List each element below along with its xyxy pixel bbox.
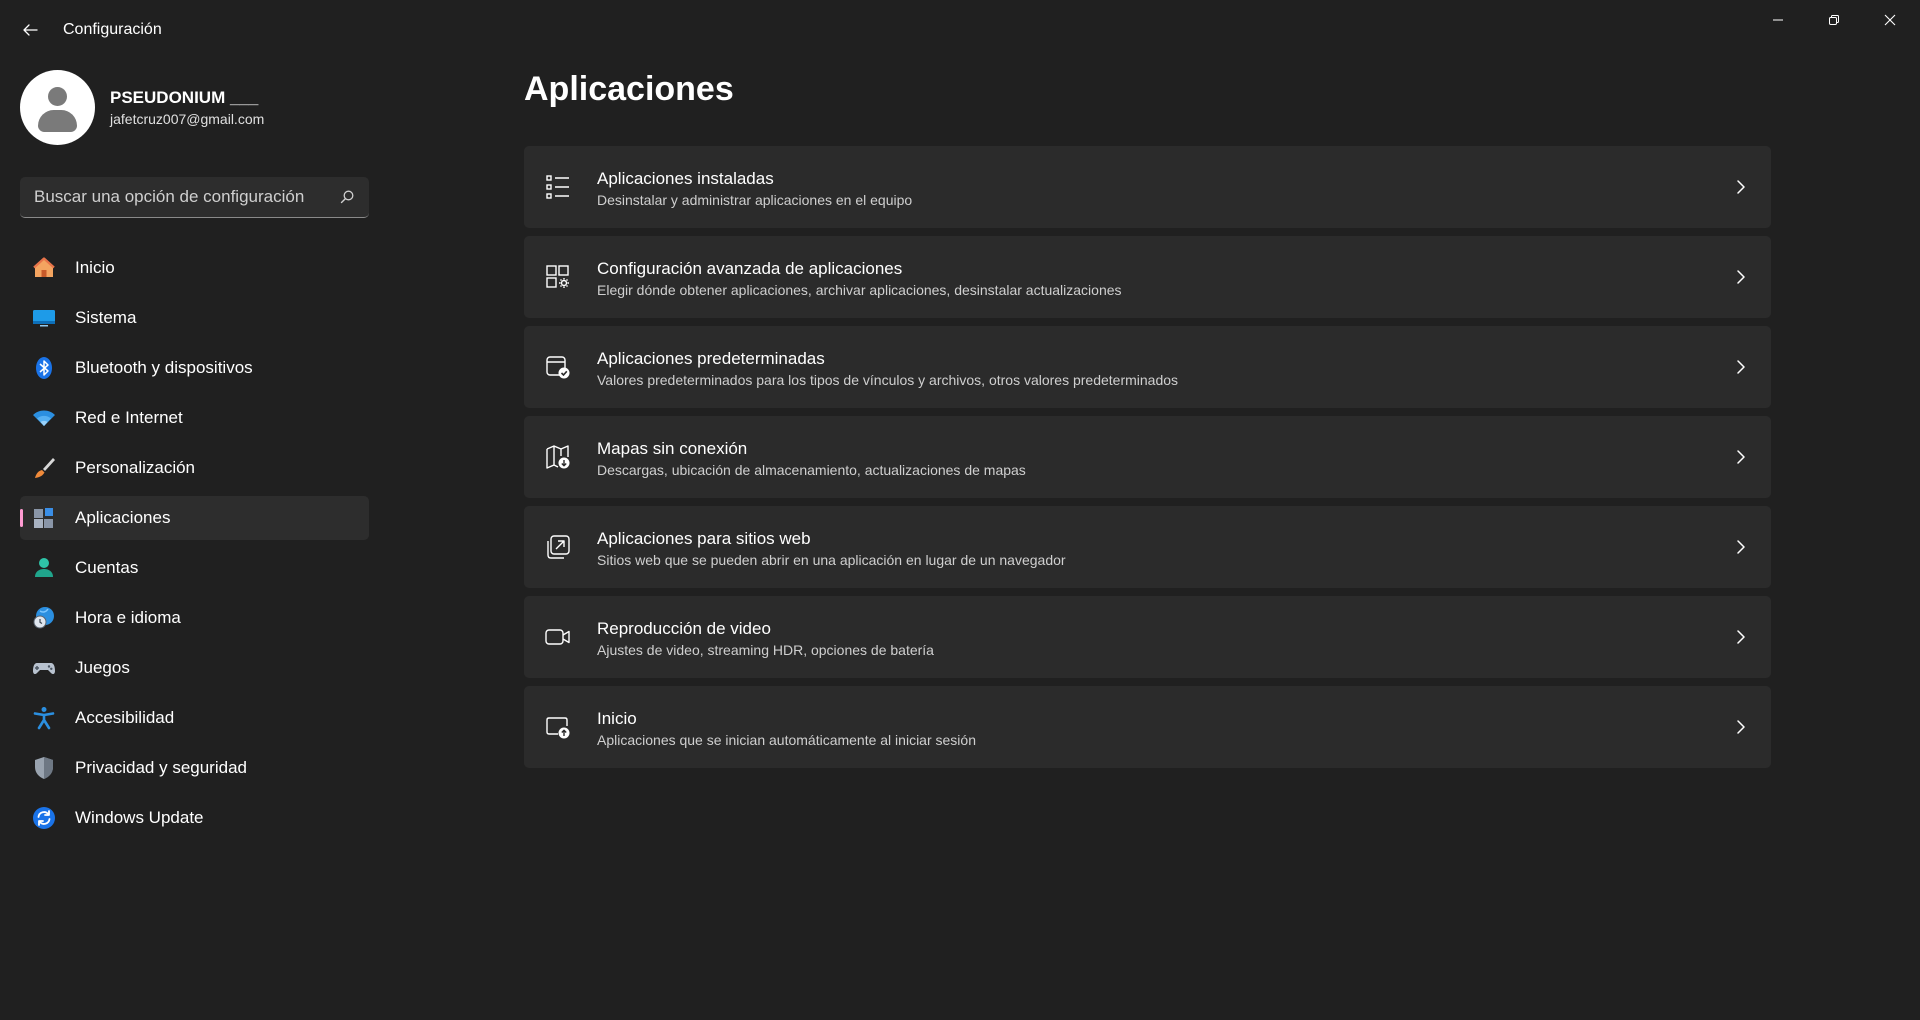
avatar (20, 70, 95, 145)
search-icon[interactable] (339, 189, 355, 205)
card-subtitle: Aplicaciones que se inician automáticame… (597, 732, 976, 748)
wifi-icon (32, 406, 56, 430)
chevron-right-icon (1737, 630, 1745, 644)
card-startup[interactable]: Inicio Aplicaciones que se inician autom… (524, 686, 1771, 768)
card-title: Aplicaciones para sitios web (597, 529, 811, 548)
profile-email: jafetcruz007@gmail.com (110, 111, 265, 127)
startup-icon (544, 713, 572, 741)
settings-list: Aplicaciones instaladas Desinstalar y ad… (524, 146, 1771, 776)
sidebar-item-label: Juegos (75, 658, 130, 677)
map-download-icon (544, 443, 572, 471)
card-subtitle: Valores predeterminados para los tipos d… (597, 372, 1179, 388)
sidebar-item-label: Cuentas (75, 558, 139, 577)
search-input[interactable] (20, 177, 330, 217)
card-subtitle: Ajustes de video, streaming HDR, opcione… (597, 642, 934, 658)
chevron-right-icon (1737, 270, 1745, 284)
sidebar-item-label: Personalización (75, 458, 196, 477)
globe-clock-icon (32, 606, 56, 630)
sidebar-item-label: Inicio (75, 258, 115, 277)
minimize-button[interactable] (1750, 0, 1806, 40)
card-title: Inicio (597, 709, 637, 728)
card-video-playback[interactable]: Reproducción de video Ajustes de video, … (524, 596, 1771, 678)
update-icon (32, 806, 56, 830)
app-title: Configuración (63, 21, 162, 38)
card-apps-for-websites[interactable]: Aplicaciones para sitios web Sitios web … (524, 506, 1771, 588)
person-icon (32, 556, 56, 580)
sidebar-item-sistema[interactable]: Sistema (20, 296, 369, 340)
search-box (20, 177, 369, 218)
profile-name: PSEUDONIUM ___ (110, 88, 259, 107)
back-button[interactable] (14, 14, 46, 46)
sidebar-item-cuentas[interactable]: Cuentas (20, 546, 369, 590)
sidebar-item-windows-update[interactable]: Windows Update (20, 796, 369, 840)
card-installed-apps[interactable]: Aplicaciones instaladas Desinstalar y ad… (524, 146, 1771, 228)
close-button[interactable] (1862, 0, 1918, 40)
sidebar-item-personalizacion[interactable]: Personalización (20, 446, 369, 490)
video-icon (544, 623, 572, 651)
open-in-app-icon (544, 533, 572, 561)
card-title: Configuración avanzada de aplicaciones (597, 259, 903, 278)
display-icon (32, 306, 56, 330)
card-subtitle: Desinstalar y administrar aplicaciones e… (597, 192, 913, 208)
apps-gear-icon (544, 263, 572, 291)
card-title: Aplicaciones instaladas (597, 169, 774, 188)
sidebar-item-label: Windows Update (75, 808, 204, 827)
gamepad-icon (32, 656, 56, 680)
card-title: Aplicaciones predeterminadas (597, 349, 825, 368)
home-icon (32, 256, 56, 280)
chevron-right-icon (1737, 180, 1745, 194)
accessibility-icon (32, 706, 56, 730)
sidebar-item-label: Hora e idioma (75, 608, 181, 627)
default-apps-icon (544, 353, 572, 381)
sidebar-item-hora[interactable]: Hora e idioma (20, 596, 369, 640)
minimize-icon (1773, 19, 1783, 21)
card-title: Reproducción de video (597, 619, 771, 638)
sidebar-item-red[interactable]: Red e Internet (20, 396, 369, 440)
chevron-right-icon (1737, 450, 1745, 464)
sidebar-item-label: Privacidad y seguridad (75, 758, 247, 777)
sidebar-item-label: Bluetooth y dispositivos (75, 358, 253, 377)
sidebar-item-aplicaciones[interactable]: Aplicaciones (20, 496, 369, 540)
apps-icon (32, 506, 56, 530)
brush-icon (32, 456, 56, 480)
card-advanced-app-settings[interactable]: Configuración avanzada de aplicaciones E… (524, 236, 1771, 318)
restore-button[interactable] (1806, 0, 1862, 40)
sidebar-item-bluetooth[interactable]: Bluetooth y dispositivos (20, 346, 369, 390)
card-default-apps[interactable]: Aplicaciones predeterminadas Valores pre… (524, 326, 1771, 408)
close-icon (1884, 14, 1896, 26)
card-subtitle: Descargas, ubicación de almacenamiento, … (597, 462, 1026, 478)
restore-icon (1829, 15, 1839, 25)
sidebar-item-privacidad[interactable]: Privacidad y seguridad (20, 746, 369, 790)
title-bar: Configuración (0, 0, 1920, 60)
chevron-right-icon (1737, 540, 1745, 554)
shield-icon (32, 756, 56, 780)
card-subtitle: Sitios web que se pueden abrir en una ap… (597, 552, 1066, 568)
bluetooth-icon (32, 356, 56, 380)
back-arrow-icon (23, 24, 38, 36)
sidebar-item-label: Red e Internet (75, 408, 183, 427)
sidebar-nav: Inicio Sistema Bluetooth y dispositivos (20, 246, 369, 846)
sidebar-item-label: Sistema (75, 308, 137, 327)
chevron-right-icon (1737, 720, 1745, 734)
list-icon (544, 173, 572, 201)
card-offline-maps[interactable]: Mapas sin conexión Descargas, ubicación … (524, 416, 1771, 498)
sidebar-item-inicio[interactable]: Inicio (20, 246, 369, 290)
sidebar-item-accesibilidad[interactable]: Accesibilidad (20, 696, 369, 740)
chevron-right-icon (1737, 360, 1745, 374)
sidebar-item-juegos[interactable]: Juegos (20, 646, 369, 690)
user-profile[interactable]: PSEUDONIUM ___ jafetcruz007@gmail.com (20, 70, 370, 146)
card-title: Mapas sin conexión (597, 439, 748, 458)
page-title: Aplicaciones (524, 70, 734, 108)
sidebar-item-label: Accesibilidad (75, 708, 175, 727)
sidebar-item-label: Aplicaciones (75, 508, 171, 527)
card-subtitle: Elegir dónde obtener aplicaciones, archi… (597, 282, 1122, 298)
